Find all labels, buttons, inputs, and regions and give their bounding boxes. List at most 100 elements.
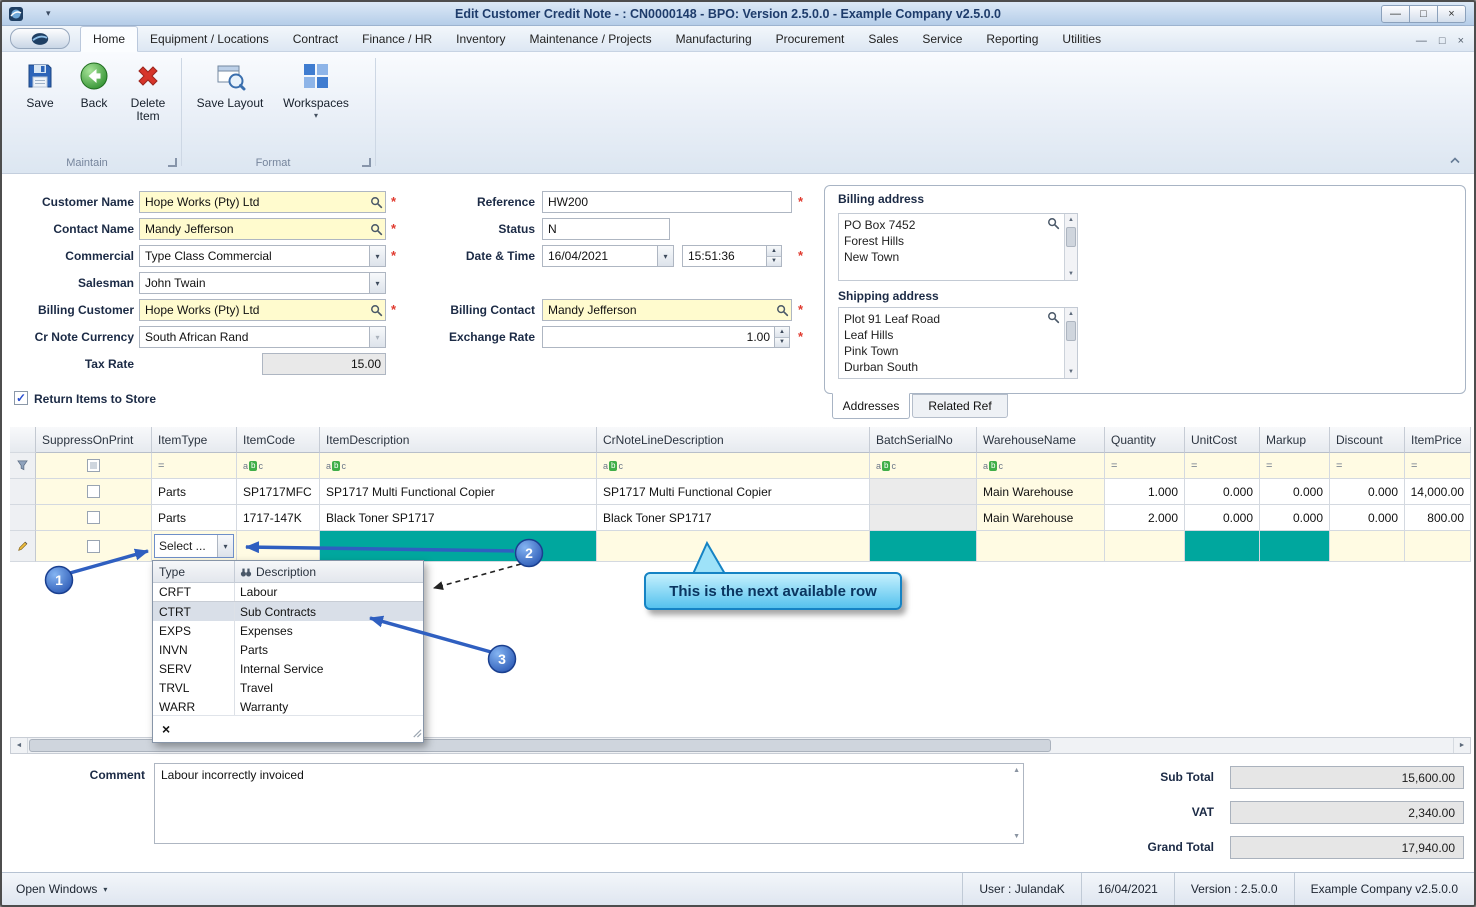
checkbox-unchecked-icon[interactable] (87, 511, 100, 524)
workspaces-button[interactable]: Workspaces ▾ (280, 60, 352, 120)
mdi-close-icon[interactable]: × (1458, 35, 1464, 47)
maximize-button[interactable]: □ (1409, 5, 1438, 23)
lookup-header-description[interactable]: Description (235, 561, 423, 582)
cell-warehousename[interactable]: Main Warehouse (977, 479, 1105, 505)
scroll-down-icon[interactable]: ▼ (1065, 366, 1077, 378)
list-item[interactable]: TRVL Travel (153, 678, 423, 697)
billing-address-box[interactable]: PO Box 7452 Forest Hills New Town ▲ ▼ (838, 213, 1078, 281)
billing-address-scrollbar[interactable]: ▲ ▼ (1064, 214, 1077, 280)
list-item[interactable]: CTRT Sub Contracts (153, 602, 423, 621)
cell-itemdescription-mandatory[interactable] (320, 531, 597, 562)
customer-name-field[interactable]: Hope Works (Pty) Ltd (139, 191, 386, 213)
tab-reporting[interactable]: Reporting (974, 27, 1050, 51)
list-item[interactable]: SERV Internal Service (153, 659, 423, 678)
tab-procurement[interactable]: Procurement (764, 27, 857, 51)
shipping-address-scrollbar[interactable]: ▲ ▼ (1064, 308, 1077, 378)
scroll-up-icon[interactable]: ▲ (1065, 308, 1077, 320)
column-header-suppressonprint[interactable]: SuppressOnPrint (36, 427, 152, 453)
contact-name-search-icon[interactable] (367, 223, 385, 236)
column-header-markup[interactable]: Markup (1260, 427, 1330, 453)
scroll-right-icon[interactable]: ► (1453, 738, 1470, 753)
scroll-down-icon[interactable]: ▼ (1065, 268, 1077, 280)
cell-crnotelinedescription[interactable]: SP1717 Multi Functional Copier (597, 479, 870, 505)
tab-inventory[interactable]: Inventory (444, 27, 517, 51)
list-item[interactable]: WARR Warranty (153, 697, 423, 716)
cell-unitcost[interactable]: 0.000 (1185, 479, 1260, 505)
cell-markup-mandatory[interactable] (1260, 531, 1330, 562)
tab-home[interactable]: Home (80, 26, 139, 52)
chevron-down-icon[interactable]: ▾ (369, 273, 385, 293)
back-button[interactable]: Back (64, 60, 124, 110)
cell-itemdescription[interactable]: Black Toner SP1717 (320, 505, 597, 531)
status-field[interactable]: N (542, 218, 670, 240)
scrollbar-thumb[interactable] (1066, 321, 1076, 341)
cell-quantity[interactable] (1105, 531, 1185, 562)
billing-contact-search-icon[interactable] (773, 304, 791, 317)
time-spinner[interactable]: ▲ ▼ (766, 246, 781, 266)
column-header-quantity[interactable]: Quantity (1105, 427, 1185, 453)
column-header-batchserialno[interactable]: BatchSerialNo (870, 427, 977, 453)
return-items-checkbox[interactable]: ✓ (14, 391, 28, 405)
cell-batchserialno-mandatory[interactable] (870, 531, 977, 562)
cell-itemtype[interactable]: Parts (152, 505, 237, 531)
scroll-up-icon[interactable]: ▲ (1065, 214, 1077, 226)
column-header-crnotelinedescription[interactable]: CrNoteLineDescription (597, 427, 870, 453)
list-item[interactable]: EXPS Expenses (153, 621, 423, 640)
cell-itemtype[interactable]: Parts (152, 479, 237, 505)
scroll-down-icon[interactable]: ▼ (1013, 833, 1020, 840)
chevron-down-icon[interactable]: ▾ (657, 246, 673, 266)
cell-discount[interactable]: 0.000 (1330, 479, 1405, 505)
cell-quantity[interactable]: 2.000 (1105, 505, 1185, 531)
cell-warehousename[interactable] (977, 531, 1105, 562)
cell-crnotelinedescription[interactable] (597, 531, 870, 562)
tab-related-ref[interactable]: Related Ref (912, 394, 1008, 418)
tab-sales[interactable]: Sales (856, 27, 910, 51)
date-field[interactable]: 16/04/2021 ▾ (542, 245, 674, 267)
cell-markup[interactable]: 0.000 (1260, 505, 1330, 531)
format-dialog-launcher-icon[interactable] (362, 158, 371, 167)
cell-suppressonprint[interactable] (36, 505, 152, 531)
billing-customer-field[interactable]: Hope Works (Pty) Ltd (139, 299, 386, 321)
tab-equipment-locations[interactable]: Equipment / Locations (138, 27, 281, 51)
save-layout-button[interactable]: Save Layout (192, 60, 268, 110)
filter-markup[interactable]: = (1260, 453, 1330, 479)
salesman-dropdown[interactable]: John Twain ▾ (139, 272, 386, 294)
cell-itemcode[interactable]: SP1717MFC (237, 479, 320, 505)
resize-grip-icon[interactable] (411, 727, 422, 741)
checkbox-unchecked-icon[interactable] (87, 539, 100, 553)
shipping-address-box[interactable]: Plot 91 Leaf Road Leaf Hills Pink Town D… (838, 307, 1078, 379)
contact-name-field[interactable]: Mandy Jefferson (139, 218, 386, 240)
tab-maintenance-projects[interactable]: Maintenance / Projects (518, 27, 664, 51)
scroll-left-icon[interactable]: ◄ (11, 738, 28, 753)
column-header-itemprice[interactable]: ItemPrice (1405, 427, 1471, 453)
checkbox-indeterminate-icon[interactable] (87, 459, 100, 472)
filter-itemprice[interactable]: = (1405, 453, 1471, 479)
customer-name-search-icon[interactable] (367, 196, 385, 209)
column-header-itemtype[interactable]: ItemType (152, 427, 237, 453)
lookup-header-type[interactable]: Type (153, 561, 235, 582)
billing-contact-field[interactable]: Mandy Jefferson (542, 299, 792, 321)
column-header-itemdescription[interactable]: ItemDescription (320, 427, 597, 453)
cell-discount[interactable]: 0.000 (1330, 505, 1405, 531)
tab-manufacturing[interactable]: Manufacturing (664, 27, 764, 51)
cell-suppressonprint[interactable] (36, 479, 152, 505)
chevron-down-icon[interactable]: ▾ (369, 246, 385, 266)
column-header-unitcost[interactable]: UnitCost (1185, 427, 1260, 453)
cell-unitcost[interactable]: 0.000 (1185, 505, 1260, 531)
minimize-button[interactable]: — (1381, 5, 1410, 23)
cell-quantity[interactable]: 1.000 (1105, 479, 1185, 505)
cell-markup[interactable]: 0.000 (1260, 479, 1330, 505)
cell-unitcost-mandatory[interactable] (1185, 531, 1260, 562)
spin-up-icon[interactable]: ▲ (766, 246, 781, 257)
billing-customer-search-icon[interactable] (367, 304, 385, 317)
filter-itemdescription[interactable]: abc (320, 453, 597, 479)
cell-itemcode[interactable] (237, 531, 320, 562)
tab-utilities[interactable]: Utilities (1050, 27, 1113, 51)
checkbox-unchecked-icon[interactable] (87, 485, 100, 498)
exchange-rate-field[interactable]: 1.00 ▲ ▼ (542, 326, 790, 348)
maintain-dialog-launcher-icon[interactable] (168, 158, 177, 167)
tab-contract[interactable]: Contract (281, 27, 350, 51)
cell-itemprice[interactable] (1405, 531, 1471, 562)
cell-itemprice[interactable]: 800.00 (1405, 505, 1471, 531)
reference-field[interactable]: HW200 (542, 191, 792, 213)
